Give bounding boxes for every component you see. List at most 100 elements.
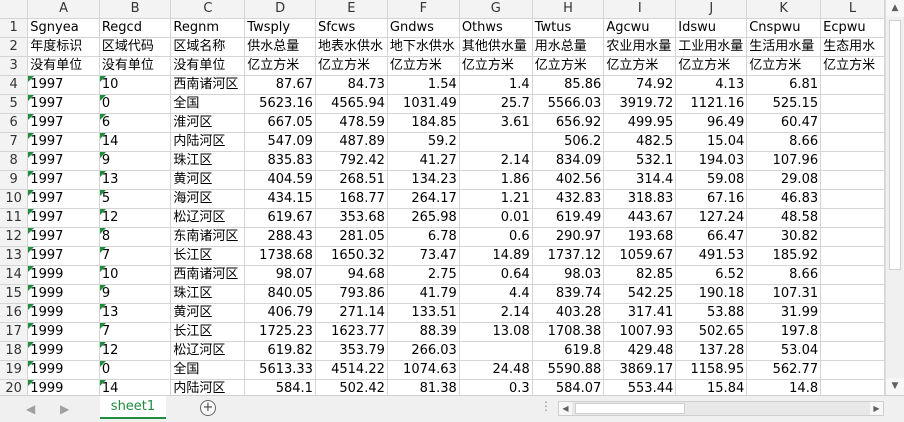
cell-a11[interactable]: 1997	[27, 208, 100, 229]
cell-d14[interactable]: 98.07	[244, 265, 316, 286]
cell-l4[interactable]	[820, 75, 885, 96]
cell-e3[interactable]: 亿立方米	[315, 56, 388, 77]
row-header[interactable]: 11	[0, 208, 29, 229]
cell-b17[interactable]: 7	[99, 322, 172, 343]
row-header[interactable]: 13	[0, 246, 29, 267]
cell-k6[interactable]: 60.47	[746, 113, 822, 134]
cell-h6[interactable]: 656.92	[532, 113, 605, 134]
cell-c3[interactable]: 没有单位	[170, 56, 246, 77]
cell-k2[interactable]: 生活用水量	[746, 37, 822, 58]
cell-j4[interactable]: 4.13	[675, 75, 748, 96]
cell-k15[interactable]: 107.31	[746, 284, 822, 305]
spreadsheet-grid[interactable]: ABCDEFGHIJKL 1 Sgnyea Regcd Regnm Twsply Sfcw…	[0, 0, 885, 395]
cell-a4[interactable]: 1997	[27, 75, 100, 96]
cell-j13[interactable]: 491.53	[675, 246, 748, 267]
cell-a19[interactable]: 1999	[27, 360, 100, 381]
cell-d3[interactable]: 亿立方米	[244, 56, 316, 77]
cell-f20[interactable]: 81.38	[387, 379, 460, 395]
cell-e6[interactable]: 478.59	[315, 113, 388, 134]
cell-l17[interactable]	[820, 322, 885, 343]
sheet-table[interactable]: ABCDEFGHIJKL 1 Sgnyea Regcd Regnm Twsply Sfcw…	[0, 0, 885, 395]
cell-i13[interactable]: 1059.67	[603, 246, 677, 267]
cell-g12[interactable]: 0.6	[459, 227, 533, 248]
row-header[interactable]: 17	[0, 322, 29, 343]
cell-b13[interactable]: 7	[99, 246, 172, 267]
column-header-c[interactable]: C	[170, 0, 246, 20]
cell-f15[interactable]: 41.79	[387, 284, 460, 305]
cell-k11[interactable]: 48.58	[746, 208, 822, 229]
cell-k19[interactable]: 562.77	[746, 360, 822, 381]
cell-j1[interactable]: Idswu	[675, 18, 748, 39]
cell-e8[interactable]: 792.42	[315, 151, 388, 172]
cell-f9[interactable]: 134.23	[387, 170, 460, 191]
cell-c14[interactable]: 西南诸河区	[170, 265, 246, 286]
cell-f19[interactable]: 1074.63	[387, 360, 460, 381]
cell-d18[interactable]: 619.82	[244, 341, 316, 362]
column-header-k[interactable]: K	[746, 0, 822, 20]
column-header-g[interactable]: G	[459, 0, 533, 20]
cell-b14[interactable]: 10	[99, 265, 172, 286]
cell-i5[interactable]: 3919.72	[603, 94, 677, 115]
cell-j11[interactable]: 127.24	[675, 208, 748, 229]
cell-l15[interactable]	[820, 284, 885, 305]
cell-g14[interactable]: 0.64	[459, 265, 533, 286]
cell-f5[interactable]: 1031.49	[387, 94, 460, 115]
cell-d17[interactable]: 1725.23	[244, 322, 316, 343]
column-header-a[interactable]: A	[27, 0, 100, 20]
cell-i10[interactable]: 318.83	[603, 189, 677, 210]
cell-c1[interactable]: Regnm	[170, 18, 246, 39]
cell-j19[interactable]: 1158.95	[675, 360, 748, 381]
column-header-d[interactable]: D	[244, 0, 316, 20]
cell-d12[interactable]: 288.43	[244, 227, 316, 248]
cell-c7[interactable]: 内陆河区	[170, 132, 246, 153]
column-header-l[interactable]: L	[820, 0, 885, 20]
column-header-f[interactable]: F	[387, 0, 460, 20]
cell-h3[interactable]: 亿立方米	[532, 56, 605, 77]
cell-e2[interactable]: 地表水供水	[315, 37, 388, 58]
cell-d19[interactable]: 5613.33	[244, 360, 316, 381]
cell-j7[interactable]: 15.04	[675, 132, 748, 153]
cell-e4[interactable]: 84.73	[315, 75, 388, 96]
cell-f16[interactable]: 133.51	[387, 303, 460, 324]
cell-j5[interactable]: 1121.16	[675, 94, 748, 115]
cell-f8[interactable]: 41.27	[387, 151, 460, 172]
cell-h14[interactable]: 98.03	[532, 265, 605, 286]
cell-b2[interactable]: 区域代码	[99, 37, 172, 58]
cell-b15[interactable]: 9	[99, 284, 172, 305]
cell-l20[interactable]	[820, 379, 885, 395]
cell-l8[interactable]	[820, 151, 885, 172]
cell-b18[interactable]: 12	[99, 341, 172, 362]
cell-d10[interactable]: 434.15	[244, 189, 316, 210]
cell-c15[interactable]: 珠江区	[170, 284, 246, 305]
cell-i18[interactable]: 429.48	[603, 341, 677, 362]
cell-b9[interactable]: 13	[99, 170, 172, 191]
cell-l10[interactable]	[820, 189, 885, 210]
cell-c11[interactable]: 松辽河区	[170, 208, 246, 229]
vertical-scroll-thumb[interactable]	[889, 20, 901, 270]
cell-l13[interactable]	[820, 246, 885, 267]
cell-j3[interactable]: 亿立方米	[675, 56, 748, 77]
cell-e11[interactable]: 353.68	[315, 208, 388, 229]
cell-f4[interactable]: 1.54	[387, 75, 460, 96]
cell-a20[interactable]: 1999	[27, 379, 100, 395]
cell-l7[interactable]	[820, 132, 885, 153]
cell-d9[interactable]: 404.59	[244, 170, 316, 191]
vertical-scrollbar[interactable]: ▲ ▼	[885, 0, 904, 395]
cell-f3[interactable]: 亿立方米	[387, 56, 460, 77]
row-header[interactable]: 15	[0, 284, 29, 305]
row-header[interactable]: 2	[0, 37, 29, 58]
cell-d6[interactable]: 667.05	[244, 113, 316, 134]
cell-i2[interactable]: 农业用水量	[603, 37, 677, 58]
cell-i12[interactable]: 193.68	[603, 227, 677, 248]
cell-c2[interactable]: 区域名称	[170, 37, 246, 58]
row-header[interactable]: 5	[0, 94, 29, 115]
cell-g20[interactable]: 0.3	[459, 379, 533, 395]
cell-c13[interactable]: 长江区	[170, 246, 246, 267]
cell-b11[interactable]: 12	[99, 208, 172, 229]
cell-h1[interactable]: Twtus	[532, 18, 605, 39]
cell-j17[interactable]: 502.65	[675, 322, 748, 343]
cell-c19[interactable]: 全国	[170, 360, 246, 381]
cell-k4[interactable]: 6.81	[746, 75, 822, 96]
column-header-b[interactable]: B	[99, 0, 172, 20]
cell-f14[interactable]: 2.75	[387, 265, 460, 286]
